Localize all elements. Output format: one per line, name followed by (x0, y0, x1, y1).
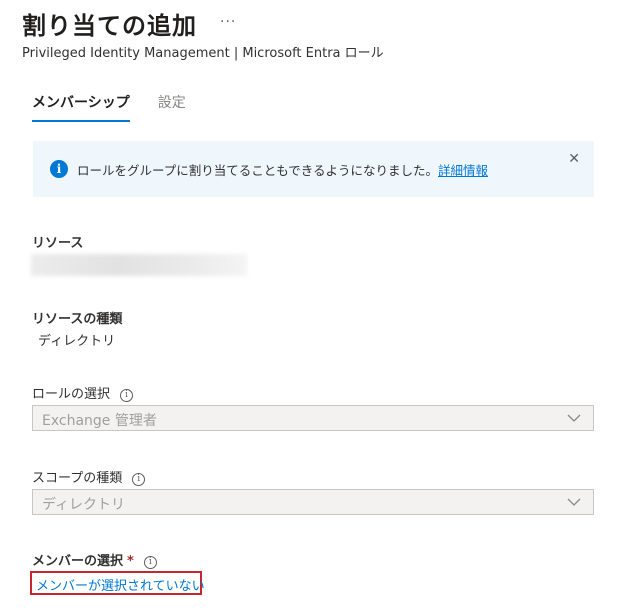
learn-more-link[interactable]: 詳細情報 (438, 163, 488, 178)
role-select-label: ロールの選択 i (32, 383, 134, 402)
banner-message: ロールをグループに割り当てることもできるようになりました。詳細情報 (77, 160, 488, 179)
member-select-label: メンバーの選択 * i (32, 550, 157, 569)
resource-label: リソース (32, 236, 84, 251)
scope-type-label-text: スコープの種類 (32, 471, 123, 486)
close-icon[interactable]: ✕ (568, 151, 580, 167)
page-title: 割り当ての追加 (22, 12, 197, 40)
tab-settings[interactable]: 設定 (158, 92, 186, 122)
chevron-down-icon (567, 498, 581, 506)
chevron-down-icon (567, 414, 581, 422)
info-icon[interactable]: i (132, 473, 146, 486)
select-members-link[interactable]: メンバーが選択されていない (36, 575, 205, 594)
scope-type-dropdown[interactable]: ディレクトリ (32, 489, 594, 515)
role-select-value: Exchange 管理者 (42, 413, 157, 429)
scope-type-label: スコープの種類 i (32, 467, 146, 486)
resource-type-label: リソースの種類 (32, 312, 123, 327)
info-icon[interactable]: i (120, 389, 134, 402)
member-select-label-text: メンバーの選択 (32, 554, 124, 569)
tab-membership[interactable]: メンバーシップ (32, 92, 130, 122)
resource-type-value: ディレクトリ (38, 334, 116, 349)
role-select-dropdown[interactable]: Exchange 管理者 (32, 405, 594, 431)
role-select-label-text: ロールの選択 (32, 387, 111, 402)
tab-bar: メンバーシップ 設定 (32, 92, 186, 122)
scope-type-value: ディレクトリ (42, 497, 126, 513)
resource-value-redacted (31, 254, 247, 276)
info-icon: i (50, 160, 68, 178)
info-banner: i ロールをグループに割り当てることもできるようになりました。詳細情報 ✕ (33, 141, 594, 197)
page-subtitle: Privileged Identity Management | Microso… (22, 46, 384, 61)
info-icon[interactable]: i (143, 556, 157, 569)
more-options-icon[interactable]: ··· (220, 14, 236, 30)
required-marker: * (127, 554, 134, 569)
banner-text: ロールをグループに割り当てることもできるようになりました。 (77, 163, 439, 178)
member-select-highlight: メンバーが選択されていない (30, 571, 205, 595)
